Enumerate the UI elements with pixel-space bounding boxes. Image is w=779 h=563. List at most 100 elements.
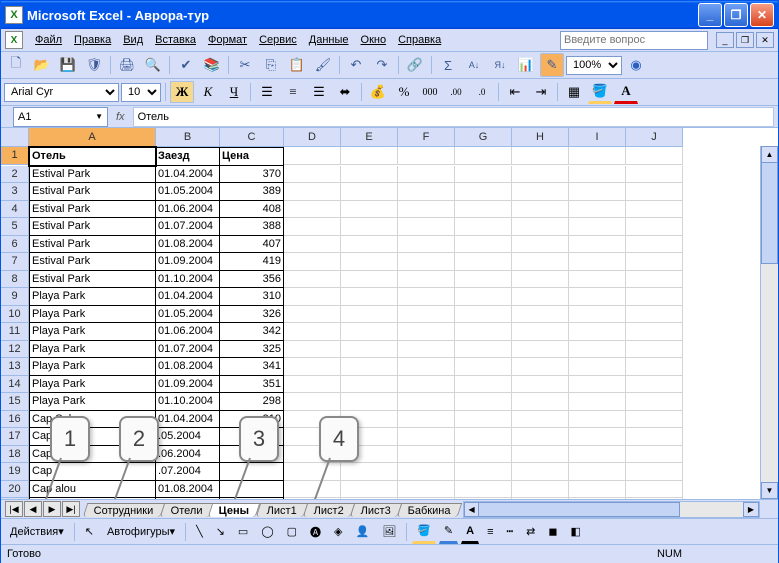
cell-B11[interactable]: 01.06.2004	[156, 323, 220, 341]
align-left-button[interactable]: ☰	[255, 81, 279, 103]
row-header-9[interactable]: 9	[1, 288, 29, 306]
empty-cell[interactable]	[398, 481, 455, 499]
empty-cell[interactable]	[569, 166, 626, 184]
row-header-11[interactable]: 11	[1, 323, 29, 341]
empty-cell[interactable]	[284, 463, 341, 481]
empty-cell[interactable]	[569, 393, 626, 411]
worksheet-grid[interactable]: ABCDEFGHIJ1ОтельЗаездЦена2Estival Park01…	[1, 128, 778, 499]
empty-cell[interactable]	[569, 288, 626, 306]
empty-cell[interactable]	[398, 253, 455, 271]
formula-bar[interactable]: Отель	[133, 107, 774, 127]
empty-cell[interactable]	[398, 218, 455, 236]
redo-button[interactable]: ↷	[370, 53, 394, 77]
draw-actions-button[interactable]: Действия ▾	[5, 521, 69, 543]
cell-B15[interactable]: 01.10.2004	[156, 393, 220, 411]
cell-A9[interactable]: Playa Park	[29, 288, 156, 306]
italic-button[interactable]: К	[196, 81, 220, 103]
empty-cell[interactable]	[512, 323, 569, 341]
research-button[interactable]: 📚	[200, 53, 224, 77]
textbox-button[interactable]: ▢	[282, 521, 302, 543]
empty-cell[interactable]	[455, 201, 512, 219]
line-color-button[interactable]: ✎	[439, 520, 458, 544]
cell-A4[interactable]: Estival Park	[29, 201, 156, 219]
empty-cell[interactable]	[512, 183, 569, 201]
hyperlink-button[interactable]: 🔗	[403, 53, 427, 77]
paste-button[interactable]: 📋	[285, 53, 309, 77]
empty-cell[interactable]	[626, 201, 683, 219]
empty-cell[interactable]	[398, 201, 455, 219]
clipart-button[interactable]: 👤	[351, 521, 375, 543]
bold-button[interactable]: Ж	[170, 81, 194, 103]
empty-cell[interactable]	[284, 498, 341, 499]
empty-cell[interactable]	[569, 201, 626, 219]
cell-B16[interactable]: 01.04.2004	[156, 411, 220, 429]
empty-cell[interactable]	[512, 166, 569, 184]
font-color-draw-button[interactable]: A	[461, 520, 479, 544]
tab-nav-first-button[interactable]: |◀	[5, 501, 23, 517]
open-button[interactable]: 📂	[30, 53, 54, 77]
empty-cell[interactable]	[626, 463, 683, 481]
copy-button[interactable]: ⎘	[259, 53, 283, 77]
sheet-tab-6[interactable]: Бабкина	[397, 503, 462, 517]
empty-cell[interactable]	[512, 393, 569, 411]
empty-cell[interactable]	[455, 288, 512, 306]
maximize-button[interactable]: ❐	[724, 3, 748, 27]
permissions-button[interactable]: 🛡	[82, 53, 106, 77]
empty-cell[interactable]	[512, 201, 569, 219]
empty-cell[interactable]	[284, 183, 341, 201]
wordart-button[interactable]: 🅐	[305, 521, 326, 543]
cell-A12[interactable]: Playa Park	[29, 341, 156, 359]
sheet-tab-5[interactable]: Лист3	[350, 503, 403, 517]
cell-B19[interactable]: .07.2004	[156, 463, 220, 481]
drawing-toolbar-button[interactable]: ✎	[540, 53, 564, 77]
empty-cell[interactable]	[455, 271, 512, 289]
empty-cell[interactable]	[455, 323, 512, 341]
empty-cell[interactable]	[569, 218, 626, 236]
empty-cell[interactable]	[455, 218, 512, 236]
cell-A14[interactable]: Playa Park	[29, 376, 156, 394]
row-header-6[interactable]: 6	[1, 236, 29, 254]
empty-cell[interactable]	[569, 498, 626, 499]
cell-A6[interactable]: Estival Park	[29, 236, 156, 254]
empty-cell[interactable]	[398, 183, 455, 201]
cell-C14[interactable]: 351	[220, 376, 284, 394]
empty-cell[interactable]	[569, 323, 626, 341]
empty-cell[interactable]	[455, 253, 512, 271]
cell-B7[interactable]: 01.09.2004	[156, 253, 220, 271]
empty-cell[interactable]	[626, 428, 683, 446]
line-button[interactable]: ╲	[191, 521, 208, 543]
select-objects-button[interactable]: ↖	[80, 521, 99, 543]
font-name-select[interactable]: Arial Cyr	[4, 83, 119, 102]
cell-C4[interactable]: 408	[220, 201, 284, 219]
empty-cell[interactable]	[626, 147, 683, 165]
empty-cell[interactable]	[341, 218, 398, 236]
empty-cell[interactable]	[284, 323, 341, 341]
row-header-3[interactable]: 3	[1, 183, 29, 201]
empty-cell[interactable]	[512, 411, 569, 429]
3d-button[interactable]: ◧	[565, 521, 585, 543]
fill-color-draw-button[interactable]: 🪣	[412, 520, 436, 544]
select-all-corner[interactable]	[1, 128, 29, 147]
autosum-button[interactable]: Σ	[436, 53, 460, 77]
font-size-select[interactable]: 10	[121, 83, 161, 102]
empty-cell[interactable]	[569, 358, 626, 376]
mdi-restore-button[interactable]: ❐	[736, 32, 754, 48]
empty-cell[interactable]	[341, 393, 398, 411]
empty-cell[interactable]	[398, 306, 455, 324]
cell-B4[interactable]: 01.06.2004	[156, 201, 220, 219]
cell-B8[interactable]: 01.10.2004	[156, 271, 220, 289]
cell-A19[interactable]: Cap	[29, 463, 156, 481]
empty-cell[interactable]	[284, 288, 341, 306]
comma-button[interactable]: 000	[418, 81, 442, 103]
horizontal-scrollbar[interactable]: ◀ ▶	[463, 501, 760, 518]
row-header-14[interactable]: 14	[1, 376, 29, 394]
empty-cell[interactable]	[569, 147, 626, 165]
sort-desc-button[interactable]: Я↓	[488, 53, 512, 77]
currency-button[interactable]: 💰	[366, 81, 390, 103]
empty-cell[interactable]	[398, 341, 455, 359]
empty-cell[interactable]	[455, 446, 512, 464]
empty-cell[interactable]	[398, 446, 455, 464]
cell-C1[interactable]: Цена	[220, 147, 284, 166]
empty-cell[interactable]	[341, 323, 398, 341]
line-style-button[interactable]: ≡	[482, 521, 498, 543]
